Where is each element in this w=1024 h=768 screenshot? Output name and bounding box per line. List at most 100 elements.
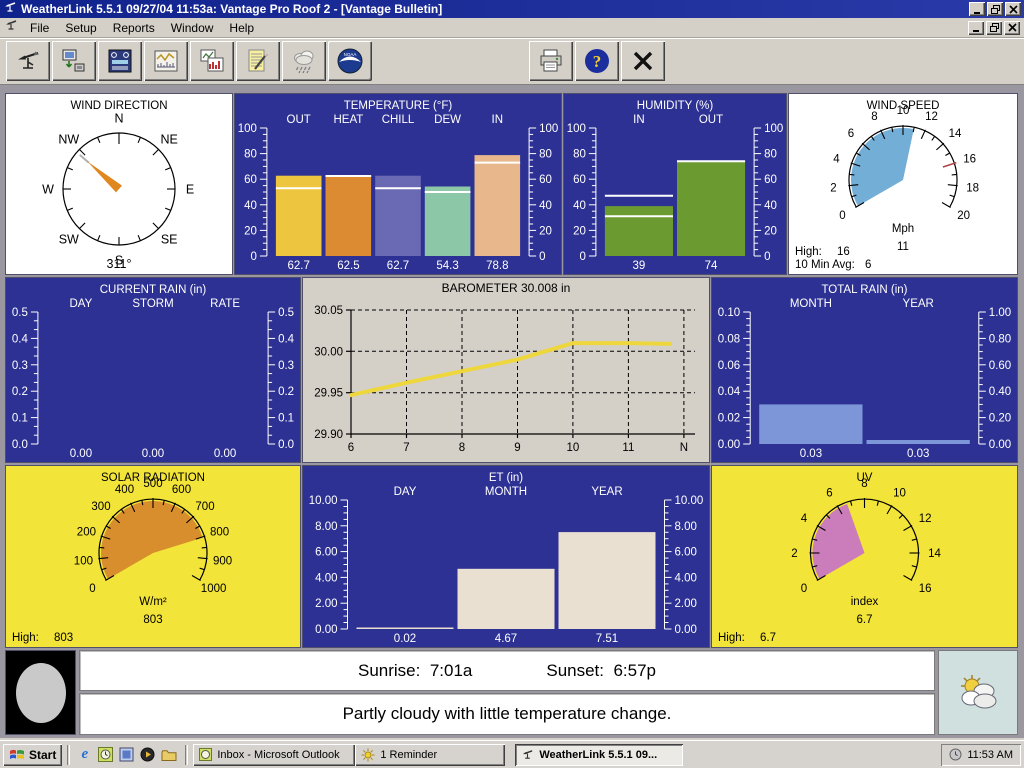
svg-text:SW: SW — [59, 233, 79, 247]
close-button[interactable] — [1005, 2, 1021, 16]
moon-icon — [16, 663, 66, 723]
bulletin-child-icon — [4, 18, 18, 37]
toolbar-print-button[interactable] — [529, 41, 573, 81]
svg-text:60: 60 — [244, 174, 257, 186]
svg-text:STORM: STORM — [132, 298, 173, 310]
svg-text:20: 20 — [573, 225, 586, 237]
svg-text:60: 60 — [764, 174, 777, 186]
app-window: { "window": { "title": "WeatherLink 5.5.… — [0, 0, 1024, 768]
toolbar-rain-button[interactable] — [282, 41, 326, 81]
svg-text:0.02: 0.02 — [718, 413, 740, 425]
toolbar: NOAA ? — [0, 38, 1024, 85]
svg-text:NW: NW — [58, 132, 79, 146]
svg-text:30.00: 30.00 — [314, 346, 343, 358]
svg-text:High:: High: — [12, 632, 39, 644]
quicklaunch-ie-icon[interactable]: e — [75, 746, 94, 764]
svg-text:30.05: 30.05 — [314, 305, 343, 317]
task-button-outlook[interactable]: Inbox - Microsoft Outlook — [193, 744, 355, 766]
svg-text:0: 0 — [764, 251, 770, 263]
graph-icon — [152, 47, 180, 75]
svg-text:0.4: 0.4 — [278, 333, 295, 345]
wind-speed-panel: WIND SPEED02468101214161820Mph11High:161… — [788, 93, 1018, 275]
menu-item-help[interactable]: Help — [221, 19, 262, 37]
svg-text:600: 600 — [172, 484, 191, 496]
menu-item-file[interactable]: File — [22, 19, 57, 37]
svg-text:4.67: 4.67 — [495, 633, 517, 645]
svg-text:20: 20 — [539, 225, 552, 237]
svg-text:CHILL: CHILL — [382, 114, 415, 126]
sunrise-label: Sunrise: — [358, 661, 420, 681]
menu-item-reports[interactable]: Reports — [105, 19, 163, 37]
quicklaunch-outlook-icon[interactable] — [96, 746, 115, 764]
title-bar: WeatherLink 5.5.1 09/27/04 11:53a: Vanta… — [0, 0, 1024, 18]
toolbar-download-button[interactable] — [52, 41, 96, 81]
svg-text:8: 8 — [459, 442, 465, 454]
toolbar-notes-button[interactable] — [236, 41, 280, 81]
svg-text:8.00: 8.00 — [315, 521, 337, 533]
svg-text:10: 10 — [893, 487, 906, 499]
svg-text:YEAR: YEAR — [903, 298, 934, 310]
child-close-button[interactable] — [1004, 21, 1020, 35]
svg-text:0.1: 0.1 — [12, 413, 28, 425]
svg-text:14: 14 — [928, 548, 941, 560]
svg-text:0.10: 0.10 — [718, 307, 740, 319]
toolbar-close-button[interactable] — [621, 41, 665, 81]
svg-text:0.3: 0.3 — [278, 360, 294, 372]
toolbar-noaa-button[interactable]: NOAA — [328, 41, 372, 81]
humidity-panel: HUMIDITY (%)100806040200100806040200IN39… — [563, 93, 787, 275]
printer-icon — [537, 47, 565, 75]
svg-text:29.90: 29.90 — [314, 429, 343, 441]
notes-icon — [244, 47, 272, 75]
task-button-weatherlink[interactable]: WeatherLink 5.5.1 09... — [515, 744, 683, 766]
svg-text:62.5: 62.5 — [337, 260, 359, 272]
svg-text:TOTAL RAIN (in): TOTAL RAIN (in) — [821, 284, 907, 296]
svg-text:High:: High: — [795, 246, 822, 258]
bulletin-area: WIND DIRECTIONNNEESESSWWNW311° TEMPERATU… — [0, 85, 1024, 738]
taskbar-time: 11:53 AM — [967, 749, 1013, 761]
menu-item-window[interactable]: Window — [163, 19, 222, 37]
restore-button[interactable] — [987, 2, 1003, 16]
svg-text:TEMPERATURE (°F): TEMPERATURE (°F) — [344, 100, 453, 112]
svg-text:0.5: 0.5 — [278, 307, 294, 319]
svg-text:BAROMETER 30.008 in: BAROMETER 30.008 in — [442, 281, 571, 295]
svg-text:0: 0 — [801, 583, 807, 595]
download-icon — [60, 47, 88, 75]
et-panel: ET (in)10.008.006.004.002.000.0010.008.0… — [302, 465, 710, 648]
quicklaunch-folder-icon[interactable] — [159, 746, 178, 764]
svg-text:8: 8 — [861, 478, 867, 490]
toolbar-help-button[interactable]: ? — [575, 41, 619, 81]
task-label: Inbox - Microsoft Outlook — [217, 749, 339, 761]
task-label: WeatherLink 5.5.1 09... — [539, 749, 657, 761]
toolbar-graph-button[interactable] — [144, 41, 188, 81]
svg-text:0: 0 — [579, 251, 585, 263]
svg-text:W/m²: W/m² — [139, 596, 167, 608]
svg-text:6.00: 6.00 — [315, 547, 337, 559]
svg-text:0.02: 0.02 — [394, 633, 416, 645]
svg-text:10: 10 — [897, 105, 910, 117]
svg-text:2.00: 2.00 — [315, 598, 337, 610]
task-button-reminder[interactable]: 1 Reminder — [355, 744, 505, 766]
start-button[interactable]: Start — [3, 744, 62, 766]
svg-text:80: 80 — [764, 149, 777, 161]
plot-icon — [198, 47, 226, 75]
child-restore-button[interactable] — [986, 21, 1002, 35]
minimize-button[interactable] — [969, 2, 985, 16]
toolbar-plot-button[interactable] — [190, 41, 234, 81]
quicklaunch-mediaplayer-icon[interactable] — [138, 746, 157, 764]
svg-text:0.00: 0.00 — [70, 448, 92, 460]
quicklaunch-app-icon[interactable] — [117, 746, 136, 764]
svg-text:6.00: 6.00 — [675, 547, 697, 559]
toolbar-summary-button[interactable] — [98, 41, 142, 81]
svg-text:N: N — [680, 442, 688, 454]
svg-text:0.3: 0.3 — [12, 360, 28, 372]
menu-item-setup[interactable]: Setup — [57, 19, 104, 37]
svg-text:311°: 311° — [107, 257, 132, 271]
svg-text:RATE: RATE — [210, 298, 240, 310]
svg-text:1000: 1000 — [201, 583, 227, 595]
svg-text:8: 8 — [871, 111, 877, 123]
svg-text:Mph: Mph — [892, 223, 914, 235]
svg-text:0.0: 0.0 — [278, 439, 294, 451]
svg-text:0.2: 0.2 — [278, 386, 294, 398]
toolbar-bulletin-button[interactable] — [6, 41, 50, 81]
child-minimize-button[interactable] — [968, 21, 984, 35]
